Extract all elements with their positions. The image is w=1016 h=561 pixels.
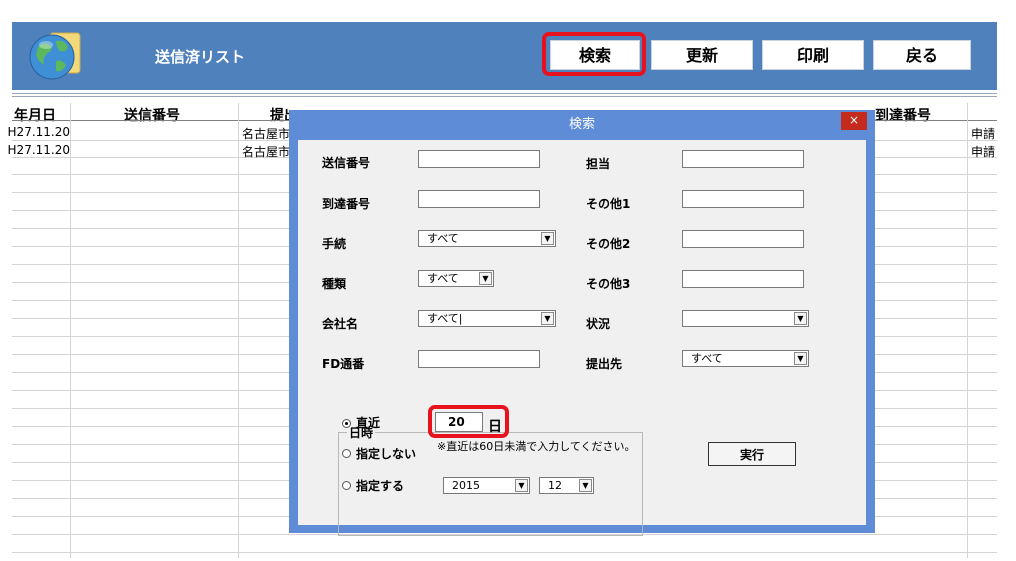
- column-line: [238, 103, 239, 558]
- close-button[interactable]: ×: [841, 112, 867, 130]
- send-no-label: 送信番号: [322, 156, 371, 170]
- refresh-button[interactable]: 更新: [651, 40, 753, 70]
- back-button[interactable]: 戻る: [873, 40, 971, 70]
- column-line: [967, 103, 968, 558]
- header-divider: [12, 93, 997, 94]
- arrival-no-label: 到達番号: [322, 197, 371, 211]
- search-dialog: 検索 × 送信番号 到達番号 手続 種類 会社名 FD通番 すべて ▼ すべて ▼ …: [289, 110, 875, 536]
- column-header-arrival-no: 到達番号: [875, 108, 931, 124]
- table-cell-status[interactable]: 申請: [971, 143, 996, 160]
- column-header-submit-to: 提出先: [270, 108, 289, 124]
- fd-no-input[interactable]: [418, 350, 540, 368]
- row-line: [12, 552, 997, 553]
- other3-label: その他3: [586, 277, 631, 291]
- table-cell-submit-to[interactable]: 名古屋市: [242, 143, 289, 160]
- status-label: 状況: [586, 317, 611, 331]
- type-select-value: すべて: [427, 272, 459, 285]
- header-divider: [12, 96, 997, 97]
- specify-label: 指定する: [356, 479, 405, 493]
- owner-input[interactable]: [682, 150, 804, 168]
- send-no-input[interactable]: [418, 150, 540, 168]
- dialog-body: 送信番号 到達番号 手続 種類 会社名 FD通番 すべて ▼ すべて ▼ すべて| ▼…: [298, 140, 866, 536]
- procedure-label: 手続: [322, 237, 347, 251]
- dialog-title: 検索: [568, 117, 595, 132]
- recent-days-highlight: [428, 405, 509, 438]
- other2-label: その他2: [586, 237, 631, 251]
- dropdown-arrow-icon[interactable]: ▼: [541, 312, 554, 325]
- fd-no-label: FD通番: [322, 357, 365, 371]
- dropdown-arrow-icon[interactable]: ▼: [479, 272, 492, 285]
- other1-label: その他1: [586, 197, 631, 211]
- globe-document-icon: [29, 32, 81, 80]
- app-title: 送信済リスト: [155, 48, 246, 66]
- procedure-select[interactable]: すべて ▼: [418, 230, 556, 247]
- year-select-value: 2015: [452, 479, 480, 492]
- table-cell-date[interactable]: H27.11.20: [2, 125, 70, 139]
- dropdown-arrow-icon[interactable]: ▼: [794, 352, 807, 365]
- arrival-no-input[interactable]: [418, 190, 540, 208]
- submit-to-select[interactable]: すべて ▼: [682, 350, 809, 367]
- search-button-highlight: [542, 32, 646, 76]
- column-header-date: 年月日: [14, 108, 56, 124]
- table-cell-date[interactable]: H27.11.20: [2, 143, 70, 157]
- dropdown-arrow-icon[interactable]: ▼: [541, 232, 554, 245]
- other1-input[interactable]: [682, 190, 804, 208]
- owner-label: 担当: [586, 157, 611, 171]
- execute-button[interactable]: 実行: [708, 442, 796, 466]
- radio-none[interactable]: [342, 449, 351, 458]
- dropdown-arrow-icon[interactable]: ▼: [794, 312, 807, 325]
- procedure-select-value: すべて: [427, 232, 459, 245]
- submit-to-label: 提出先: [586, 357, 623, 371]
- print-button[interactable]: 印刷: [762, 40, 864, 70]
- column-header-send-no: 送信番号: [124, 108, 180, 124]
- company-select-value: すべて|: [427, 312, 463, 325]
- recent-note: ※直近は60日未満で入力してください。: [437, 440, 636, 453]
- status-select[interactable]: ▼: [682, 310, 809, 327]
- recent-label: 直近: [356, 416, 381, 430]
- other2-input[interactable]: [682, 230, 804, 248]
- month-select-value: 12: [548, 479, 562, 492]
- radio-recent[interactable]: [342, 419, 351, 428]
- dropdown-arrow-icon[interactable]: ▼: [579, 479, 592, 492]
- radio-specify[interactable]: [342, 481, 351, 490]
- table-cell-submit-to[interactable]: 名古屋市: [242, 125, 289, 142]
- table-cell-status[interactable]: 申請: [971, 125, 996, 142]
- month-select[interactable]: 12 ▼: [539, 477, 594, 494]
- company-select[interactable]: すべて| ▼: [418, 310, 556, 327]
- type-select[interactable]: すべて ▼: [418, 270, 494, 287]
- none-label: 指定しない: [356, 447, 417, 461]
- column-line: [70, 103, 71, 558]
- company-label: 会社名: [322, 317, 359, 331]
- dropdown-arrow-icon[interactable]: ▼: [515, 479, 528, 492]
- type-label: 種類: [322, 277, 347, 291]
- other3-input[interactable]: [682, 270, 804, 288]
- submit-to-select-value: すべて: [691, 352, 723, 365]
- year-select[interactable]: 2015 ▼: [443, 477, 530, 494]
